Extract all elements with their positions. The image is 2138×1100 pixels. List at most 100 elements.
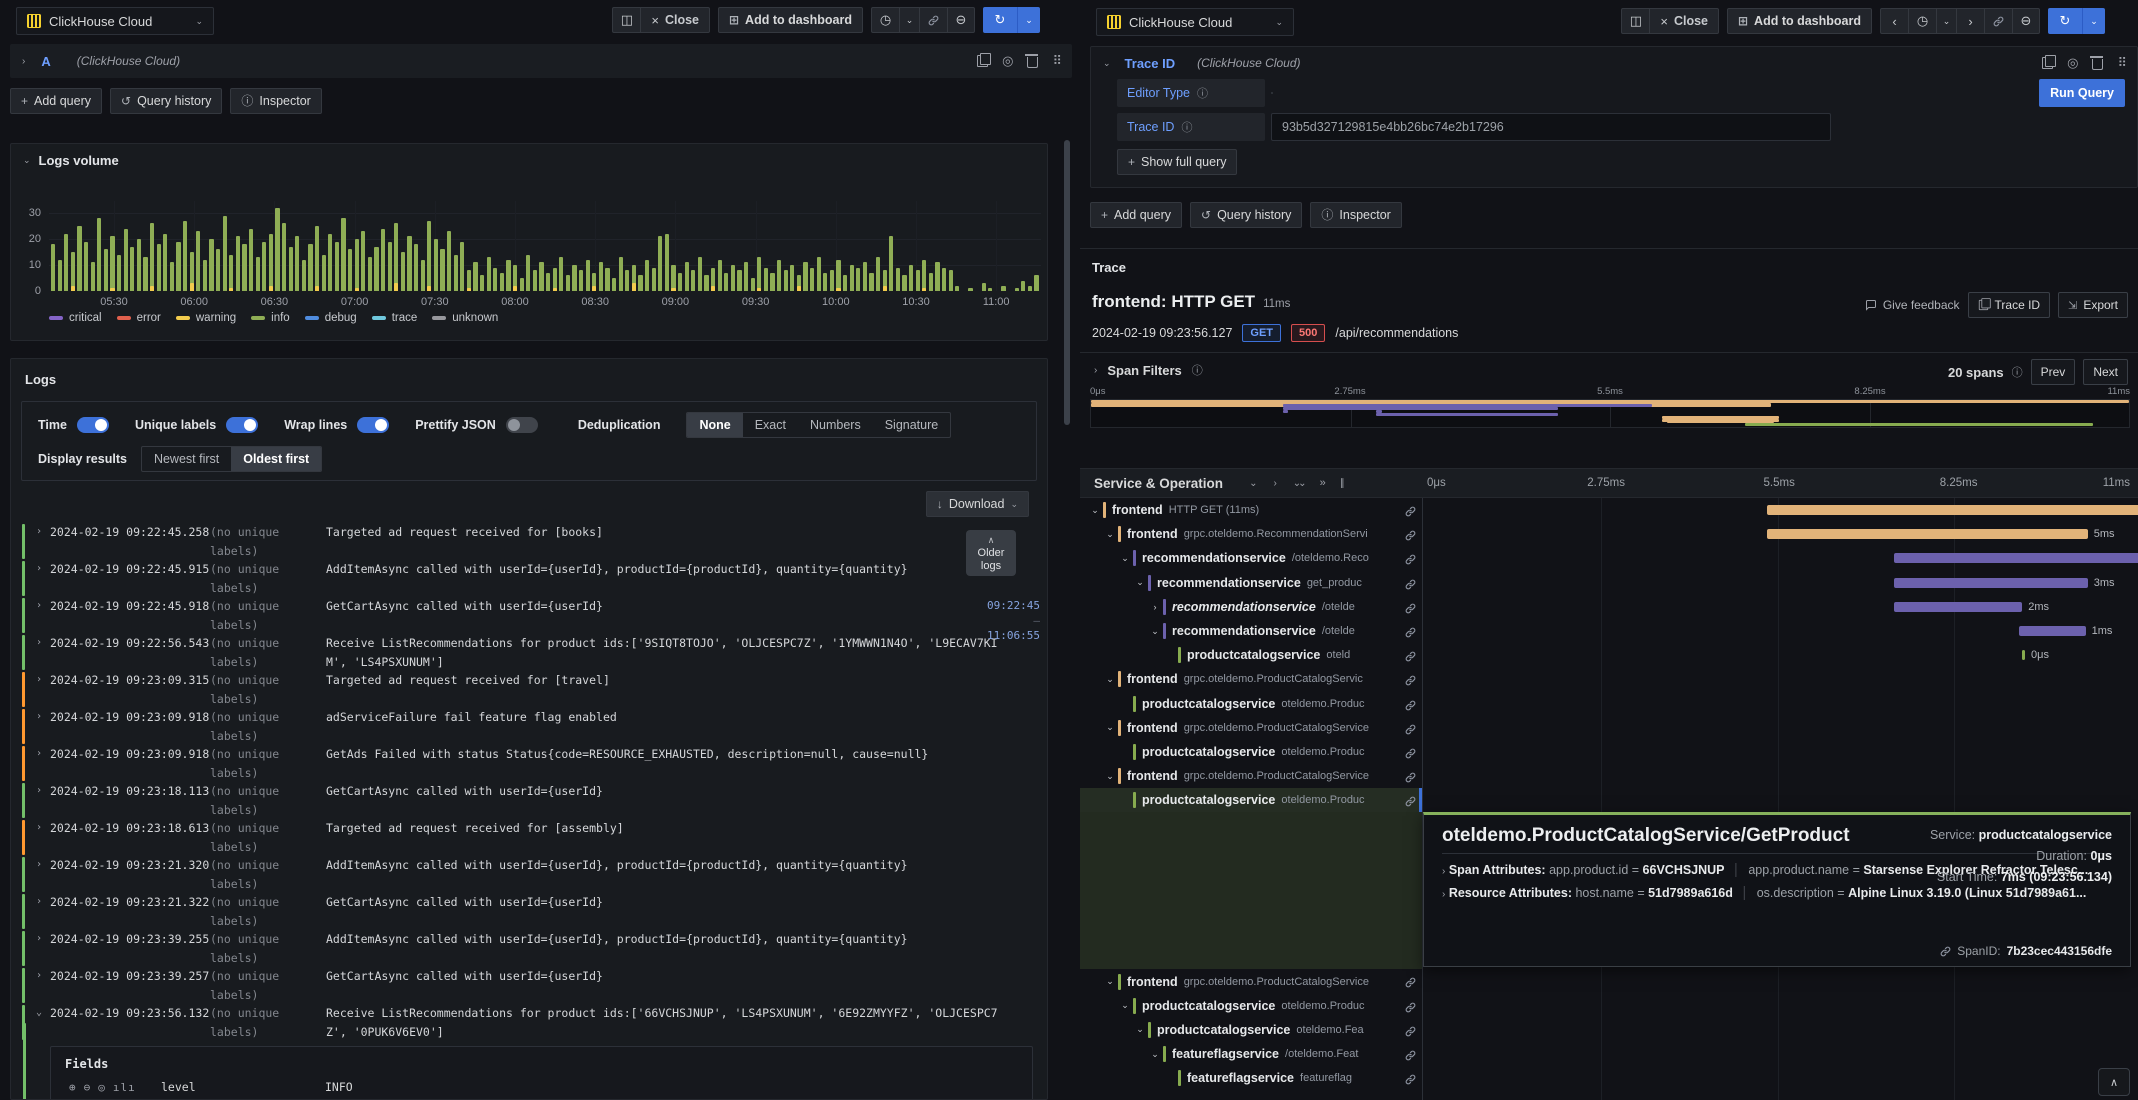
span-timeline-cell[interactable]: 0μs <box>1422 692 2138 716</box>
legend-item[interactable]: warning <box>175 312 236 324</box>
zoom-out-icon[interactable]: ⊖ <box>84 1081 91 1094</box>
log-row[interactable]: › 2024-02-19 09:22:56.543(no unique label… <box>11 634 1047 671</box>
run-refresh-button[interactable]: ↻ ⌄ <box>983 7 1040 33</box>
time-range-caret[interactable]: ⌄ <box>899 7 919 33</box>
expand-log-icon[interactable]: › <box>36 893 42 912</box>
split-pane-icon[interactable]: ◫ <box>1621 8 1650 34</box>
disable-query-icon[interactable]: ◎ <box>2067 55 2078 71</box>
collapse-span-icon[interactable]: ⌄ <box>1118 1000 1132 1011</box>
trace-id-input[interactable]: 93b5d327129815e4bb26bc74e2b17296 <box>1271 113 1831 141</box>
drag-handle-icon[interactable]: ⠿ <box>2117 55 2126 71</box>
download-button[interactable]: ↓ Download ⌄ <box>925 491 1029 517</box>
toggle-switch[interactable] <box>226 417 259 433</box>
collapse-all-icon[interactable]: ⌄⌄ <box>1293 478 1307 489</box>
toggle-switch[interactable] <box>357 417 390 433</box>
next-span-button[interactable]: Next <box>2083 359 2128 385</box>
span-name-cell[interactable]: ⌄ productcatalogservice oteldemo.Fea <box>1080 1018 1422 1042</box>
collapse-one-icon[interactable]: ⌄ <box>1249 478 1257 489</box>
span-timeline-cell[interactable] <box>1422 498 2138 522</box>
share-link-button[interactable] <box>919 7 947 33</box>
span-row[interactable]: productcatalogservice oteld 0μs <box>1080 643 2138 667</box>
expand-one-icon[interactable]: › <box>1273 478 1276 489</box>
span-name-cell[interactable]: ⌄ frontend grpc.oteldemo.ProductCatalogSer… <box>1080 716 1422 740</box>
span-link-icon[interactable] <box>1405 698 1416 716</box>
query-ref[interactable]: Trace ID <box>1125 56 1176 71</box>
span-name-cell[interactable]: ⌄ recommendationservice/otelde <box>1080 619 1422 643</box>
span-name-cell[interactable]: productcatalogservice oteldemo.Produc <box>1080 692 1422 716</box>
expand-log-icon[interactable]: › <box>36 782 42 801</box>
expand-log-icon[interactable]: › <box>36 597 42 616</box>
toggle-switch[interactable] <box>76 417 109 433</box>
span-timeline-cell[interactable]: 0μs <box>1422 643 2138 667</box>
toggle-prettify-json[interactable]: Prettify JSON <box>415 417 538 433</box>
eye-icon[interactable]: ◎ <box>98 1081 105 1094</box>
expand-log-icon[interactable]: › <box>36 745 42 764</box>
span-id[interactable]: SpanID: 7b23cec443156dfe <box>1940 944 2112 958</box>
add-to-dashboard-button[interactable]: ⊞ Add to dashboard <box>717 7 863 33</box>
span-row[interactable]: ⌄ recommendationservice/otelde 1ms <box>1080 619 2138 643</box>
span-name-cell[interactable]: ⌄ frontend grpc.oteldemo.RecommendationSer… <box>1080 522 1422 546</box>
log-row[interactable]: › 2024-02-19 09:23:09.918(no unique label… <box>11 708 1047 745</box>
logs-volume-chart[interactable] <box>49 201 1041 291</box>
span-timeline-cell[interactable]: 3ms <box>1422 994 2138 1018</box>
toggle-time[interactable]: Time <box>38 417 109 433</box>
span-row[interactable]: ⌄ recommendationservice get_produc 3ms <box>1080 571 2138 595</box>
add-query-button[interactable]: + Add query <box>10 88 102 114</box>
expand-log-icon[interactable]: › <box>36 856 42 875</box>
run-query-button[interactable]: Run Query <box>2039 79 2125 107</box>
collapse-span-icon[interactable]: ⌄ <box>1133 1024 1147 1035</box>
span-duration-bar[interactable] <box>1893 577 2088 588</box>
log-row[interactable]: › 2024-02-19 09:23:39.255(no unique label… <box>11 930 1047 967</box>
collapse-span-icon[interactable]: ⌄ <box>1148 626 1162 637</box>
span-row[interactable]: › recommendationservice/otelde 2ms <box>1080 595 2138 619</box>
split-pane-icon[interactable]: ◫ <box>612 7 641 33</box>
share-link-button[interactable] <box>1984 8 2012 34</box>
collapse-log-icon[interactable]: ⌄ <box>36 1004 42 1023</box>
span-filters-label[interactable]: Span Filters <box>1107 363 1181 378</box>
info-icon[interactable]: ⓘ <box>1192 362 1203 378</box>
run-refresh-button[interactable]: ↻ ⌄ <box>2048 8 2105 34</box>
order-option[interactable]: Newest first <box>142 447 231 471</box>
legend-item[interactable]: debug <box>304 312 357 324</box>
span-row[interactable]: productcatalogservice oteldemo.Produc 0μs <box>1080 692 2138 716</box>
shift-time-back-icon[interactable]: ‹ <box>1880 8 1908 34</box>
legend-item[interactable]: trace <box>371 312 417 324</box>
give-feedback-link[interactable]: Give feedback <box>1865 298 1960 312</box>
log-row[interactable]: › 2024-02-19 09:22:45.918(no unique label… <box>11 597 1047 634</box>
span-name-cell[interactable]: ⌄ recommendationservice/oteldemo.Reco <box>1080 546 1422 570</box>
collapse-span-icon[interactable]: ⌄ <box>1103 722 1117 733</box>
span-name-cell[interactable]: productcatalogservice oteldemo.Produc <box>1080 740 1422 764</box>
older-logs-button[interactable]: ∧ Older logs <box>966 530 1016 576</box>
collapse-span-icon[interactable]: ⌄ <box>1103 976 1117 987</box>
dedup-option-none[interactable]: None <box>687 413 743 437</box>
time-range-caret[interactable]: ⌄ <box>1936 8 1956 34</box>
span-timeline-cell[interactable]: 0μs <box>1422 1066 2138 1090</box>
span-row[interactable]: ⌄ frontend grpc.oteldemo.ProductCatalogSer… <box>1080 667 2138 691</box>
log-row[interactable]: › 2024-02-19 09:22:45.915(no unique label… <box>11 560 1047 597</box>
expand-log-icon[interactable]: › <box>36 819 42 838</box>
editor-type-segment[interactable] <box>1271 92 1273 94</box>
minimap-bars[interactable] <box>1090 399 2130 428</box>
span-link-icon[interactable] <box>1405 577 1416 595</box>
collapse-span-icon[interactable]: ⌄ <box>1103 674 1117 685</box>
collapse-span-icon[interactable]: ⌄ <box>1118 553 1132 564</box>
span-row[interactable]: ⌄ frontend grpc.oteldemo.RecommendationSer… <box>1080 522 2138 546</box>
close-pane-button[interactable]: × Close <box>640 7 710 33</box>
expand-query-icon[interactable]: › <box>22 56 25 67</box>
resource-attributes-row[interactable]: › Resource Attributes: host.name = 51d79… <box>1442 886 2112 900</box>
show-full-query-button[interactable]: + Show full query <box>1117 149 1238 175</box>
log-row[interactable]: › 2024-02-19 09:23:21.322(no unique label… <box>11 893 1047 930</box>
span-timeline-cell[interactable]: 1ms <box>1422 667 2138 691</box>
dedup-segment[interactable]: None Exact Numbers Signature <box>686 412 952 438</box>
span-duration-bar[interactable] <box>1893 553 2138 564</box>
span-duration-bar[interactable] <box>2019 625 2086 636</box>
expand-log-icon[interactable]: › <box>36 560 42 579</box>
span-row[interactable]: productcatalogservice oteldemo.Produc 0μs <box>1080 740 2138 764</box>
span-duration-bar[interactable] <box>2022 650 2026 661</box>
span-link-icon[interactable] <box>1405 1000 1416 1018</box>
span-duration-bar[interactable] <box>1893 601 2023 612</box>
span-name-cell[interactable]: ⌄ frontend grpc.oteldemo.ProductCatalogSer… <box>1080 969 1422 993</box>
span-link-icon[interactable] <box>1405 649 1416 667</box>
span-link-icon[interactable] <box>1405 975 1416 993</box>
dedup-option-exact[interactable]: Exact <box>743 413 798 437</box>
